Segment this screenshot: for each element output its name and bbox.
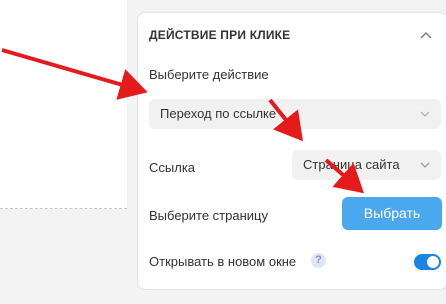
- new-window-label: Открывать в новом окне: [149, 254, 297, 269]
- link-label: Ссылка: [149, 160, 196, 175]
- choose-page-button[interactable]: Выбрать: [342, 197, 442, 230]
- chevron-down-icon: [420, 111, 430, 117]
- toggle-knob: [427, 256, 439, 268]
- page-label: Выберите страницу: [149, 208, 268, 223]
- new-window-toggle[interactable]: [414, 254, 441, 270]
- link-type-value: Страница сайта: [303, 157, 400, 172]
- help-icon[interactable]: ?: [311, 253, 326, 268]
- chevron-up-icon[interactable]: [419, 29, 433, 41]
- canvas-area: [0, 0, 127, 209]
- action-label: Выберите действие: [149, 67, 269, 82]
- link-type-select[interactable]: Страница сайта: [292, 150, 441, 180]
- click-action-card: ДЕЙСТВИЕ ПРИ КЛИКЕ Выберите действие Пер…: [137, 12, 446, 290]
- action-select-value: Переход по ссылке: [160, 106, 277, 121]
- chevron-down-icon: [420, 162, 430, 168]
- section-title: ДЕЙСТВИЕ ПРИ КЛИКЕ: [149, 28, 291, 42]
- canvas-background: [0, 209, 127, 304]
- action-select[interactable]: Переход по ссылке: [149, 99, 441, 129]
- settings-panel: ДЕЙСТВИЕ ПРИ КЛИКЕ Выберите действие Пер…: [127, 0, 446, 304]
